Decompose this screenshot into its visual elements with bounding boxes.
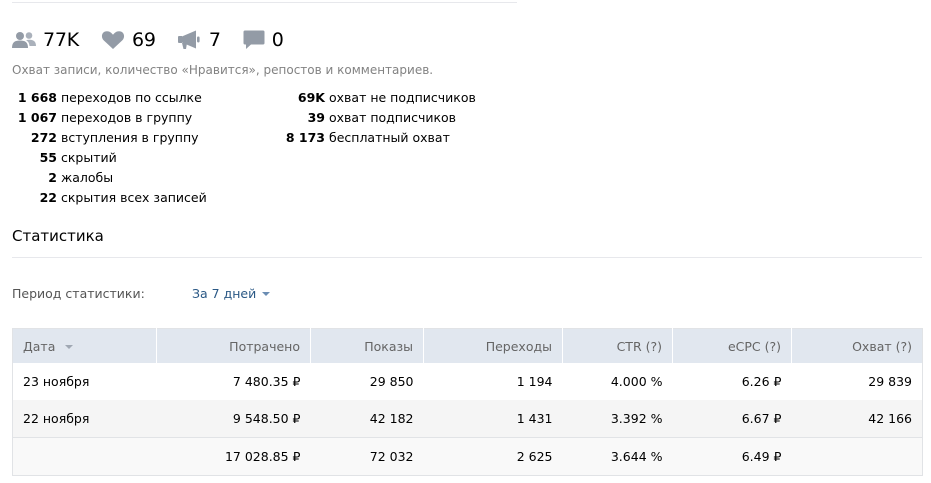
period-value: За 7 дней — [192, 286, 257, 301]
stat-value: 272 — [30, 130, 57, 145]
stat-label: скрытия всех записей — [61, 190, 207, 205]
stat-label: вступления в группу — [61, 130, 199, 145]
total-ecpc: 6.49 ₽ — [672, 437, 792, 476]
cell-reach: 29 839 — [868, 374, 912, 389]
stat-value: 39 — [307, 110, 325, 125]
stat-label: бесплатный охват — [329, 130, 450, 145]
stat-row: 8 173 бесплатный охват — [248, 128, 476, 148]
stat-value: 22 — [39, 190, 57, 205]
stat-label: переходов по ссылке — [61, 90, 202, 105]
likes-count: 69 — [132, 29, 156, 51]
total-clicks: 2 625 — [423, 437, 563, 476]
stat-row: 39 охват подписчиков — [248, 108, 476, 128]
comments-counter[interactable]: 0 — [243, 29, 284, 51]
table-header-row: Дата Потрачено Показы Переходы CTR (?) e… — [12, 328, 923, 363]
stat-value: 69K — [297, 90, 325, 105]
section-divider — [12, 257, 922, 258]
heart-icon — [101, 31, 125, 49]
cell-clicks: 1 431 — [423, 400, 563, 438]
stats-table: Дата Потрачено Показы Переходы CTR (?) e… — [12, 328, 923, 476]
stat-value: 8 173 — [285, 130, 325, 145]
subscribers-count: 77K — [43, 29, 80, 51]
chevron-down-icon — [262, 292, 271, 296]
subscribers-counter: 77K — [12, 29, 79, 51]
stat-value: 1 668 — [17, 90, 57, 105]
cell-date: 22 ноября — [12, 400, 157, 438]
cell-clicks: 1 194 — [516, 374, 553, 389]
cell-ecpc: 6.67 ₽ — [672, 400, 792, 438]
stat-row: 272 вступления в группу — [12, 128, 207, 148]
total-ctr: 3.644 % — [562, 437, 673, 476]
post-counters: 77K 69 7 0 — [12, 27, 306, 53]
post-stats-right: 69K охват не подписчиков 39 охват подписчи… — [248, 88, 476, 148]
section-title: Статистика — [12, 227, 104, 245]
stat-row: 69K охват не подписчиков — [248, 88, 476, 108]
cell-date: 23 ноября — [23, 374, 90, 389]
cell-ctr: 3.392 % — [562, 400, 673, 438]
period-dropdown[interactable]: За 7 дней — [192, 286, 271, 301]
reach-description: Охват записи, количество «Нравится», реп… — [12, 63, 434, 77]
column-header-reach[interactable]: Охват (?) — [791, 328, 923, 363]
cell-spent: 9 548.50 ₽ — [156, 400, 311, 438]
stat-label: жалобы — [61, 170, 114, 185]
stat-label: охват подписчиков — [329, 110, 457, 125]
stat-row: 55 скрытий — [12, 148, 207, 168]
column-header-ctr[interactable]: CTR (?) — [562, 328, 673, 363]
column-header-spent[interactable]: Потрачено — [156, 328, 311, 363]
post-stats-left: 1 668 переходов по ссылке 1 067 переходов … — [12, 88, 207, 208]
total-reach — [791, 437, 923, 476]
reposts-count: 7 — [208, 29, 221, 51]
stat-row: 1 067 переходов в группу — [12, 108, 207, 128]
top-divider — [12, 2, 517, 3]
table-row: 22 ноября 9 548.50 ₽ 42 182 1 431 3.392 … — [12, 400, 923, 438]
stat-label: переходов в группу — [61, 110, 193, 125]
total-impressions: 72 032 — [310, 437, 424, 476]
total-spent: 17 028.85 ₽ — [156, 437, 311, 476]
column-header-clicks[interactable]: Переходы — [423, 328, 563, 363]
users-icon — [12, 32, 36, 48]
comment-icon — [243, 30, 265, 49]
column-header-ecpc[interactable]: eCPC (?) — [672, 328, 792, 363]
stat-value: 1 067 — [17, 110, 57, 125]
cell-reach: 42 166 — [791, 400, 923, 438]
table-total-row: 17 028.85 ₽ 72 032 2 625 3.644 % 6.49 ₽ — [12, 437, 923, 476]
stat-label: охват не подписчиков — [329, 90, 476, 105]
column-header-impressions[interactable]: Показы — [310, 328, 424, 363]
cell-impressions: 29 850 — [369, 374, 414, 389]
header-label: Дата — [23, 338, 56, 354]
cell-ctr: 4.000 % — [610, 374, 663, 389]
megaphone-icon — [177, 30, 200, 49]
cell-impressions: 42 182 — [310, 400, 424, 438]
table-row: 23 ноября 7 480.35 ₽ 29 850 1 194 4.000 … — [13, 363, 923, 400]
stat-value: 55 — [39, 150, 57, 165]
likes-counter[interactable]: 69 — [101, 29, 156, 51]
total-date — [12, 437, 157, 476]
stat-label: скрытий — [61, 150, 117, 165]
cell-ecpc: 6.26 ₽ — [741, 374, 782, 389]
reposts-counter[interactable]: 7 — [177, 29, 221, 51]
sort-icon — [65, 345, 74, 349]
cell-spent: 7 480.35 ₽ — [232, 374, 301, 389]
comments-count: 0 — [271, 29, 284, 51]
stat-value: 2 — [48, 170, 57, 185]
column-header-date[interactable]: Дата — [12, 328, 157, 363]
stat-row: 2 жалобы — [12, 168, 207, 188]
stat-row: 1 668 переходов по ссылке — [12, 88, 207, 108]
stat-row: 22 скрытия всех записей — [12, 188, 207, 208]
period-label: Период статистики: — [12, 286, 145, 301]
